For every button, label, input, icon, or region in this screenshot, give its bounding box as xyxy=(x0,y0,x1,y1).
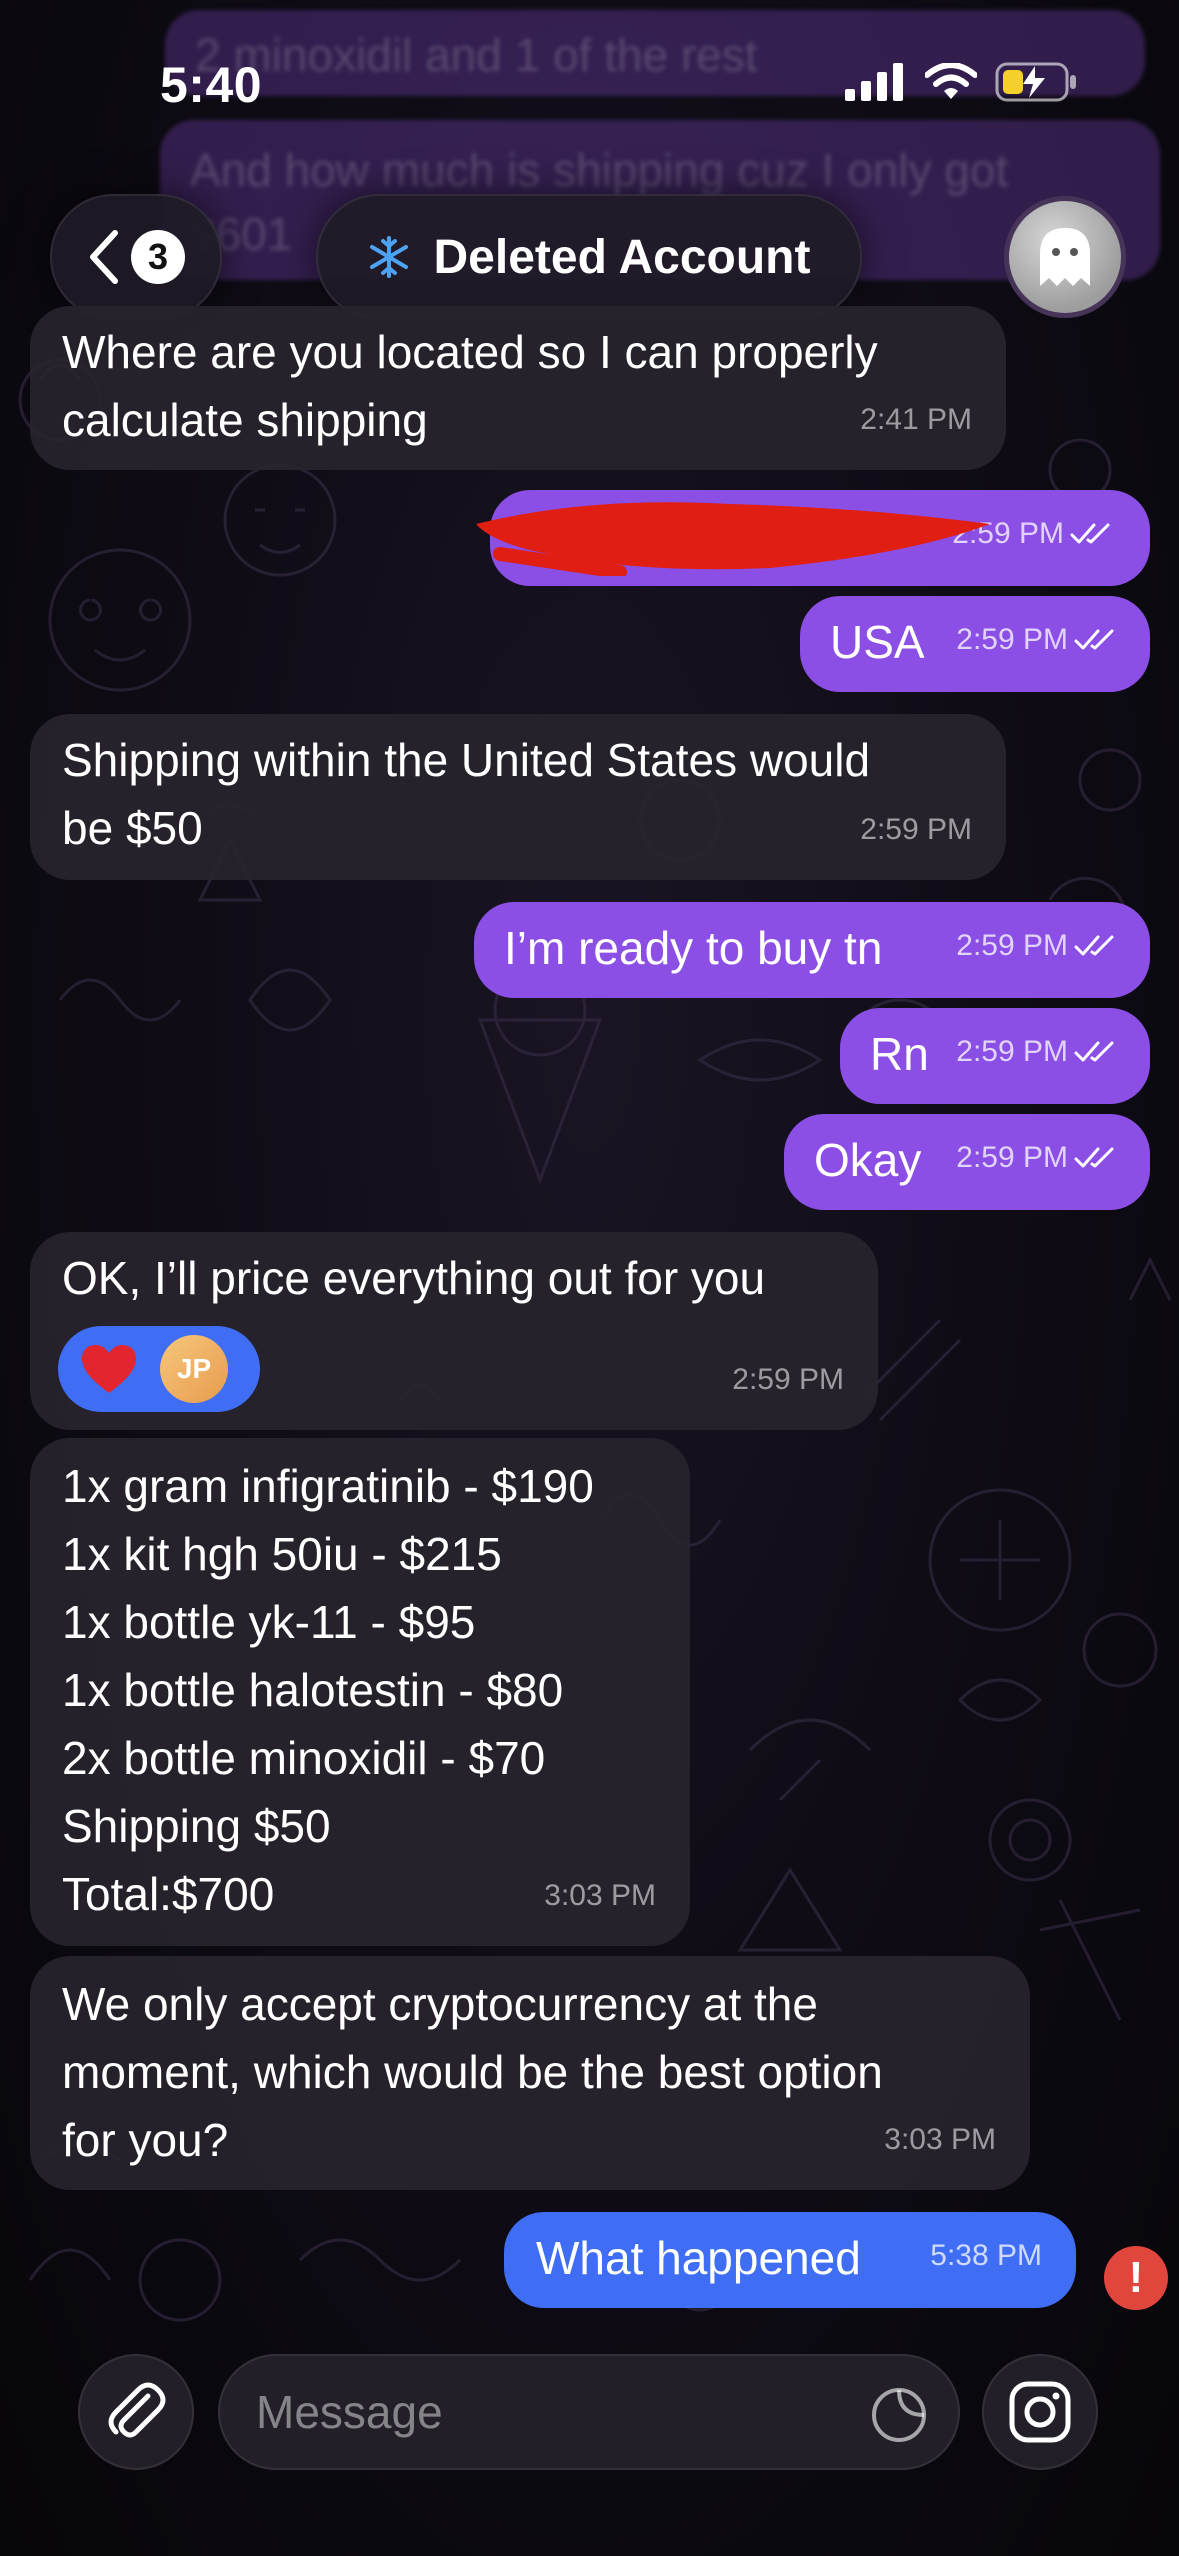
message-text: calculate shipping xyxy=(62,394,428,446)
double-check-icon xyxy=(1074,935,1114,956)
message-time: 3:03 PM xyxy=(544,1879,656,1912)
faded-message-text: 2 minoxidil and 1 of the rest xyxy=(195,29,758,81)
message-text: 2x bottle minoxidil - $70 xyxy=(62,1732,546,1784)
incoming-message[interactable]: Where are you located so I can properly … xyxy=(30,306,1006,470)
message-reaction[interactable]: JP xyxy=(58,1326,260,1412)
message-text: for you? xyxy=(62,2114,229,2166)
chat-title: Deleted Account xyxy=(433,230,811,284)
message-time: 2:59 PM xyxy=(956,1018,1120,1086)
message-text: be $50 xyxy=(62,802,203,854)
ghost-icon xyxy=(1040,228,1090,286)
message-text: 1x gram infigratinib - $190 xyxy=(62,1460,594,1512)
message-text: We only accept cryptocurrency at the xyxy=(62,1978,818,2030)
paperclip-icon xyxy=(108,2382,166,2438)
attach-button[interactable] xyxy=(78,2354,194,2470)
incoming-message[interactable]: 1x gram infigratinib - $190 1x kit hgh 5… xyxy=(30,1438,690,1946)
reaction-user-avatar: JP xyxy=(160,1335,228,1403)
battery-charging-icon xyxy=(995,62,1076,102)
snowflake-icon xyxy=(369,236,408,278)
outgoing-message[interactable]: I’m ready to buy tn 2:59 PM xyxy=(474,902,1150,998)
message-text: OK, I’ll price everything out for you xyxy=(62,1252,766,1304)
message-time-text: 2:59 PM xyxy=(956,1141,1068,1174)
status-time: 5:40 xyxy=(160,57,263,113)
contact-avatar[interactable] xyxy=(1004,196,1126,318)
double-check-icon xyxy=(1074,629,1114,650)
double-check-icon xyxy=(1074,1041,1114,1062)
message-input[interactable] xyxy=(256,2385,856,2439)
camera-button[interactable] xyxy=(982,2354,1098,2470)
message-time: 2:59 PM xyxy=(860,813,972,846)
message-time-text: 2:59 PM xyxy=(956,929,1068,962)
message-text: Shipping $50 xyxy=(62,1800,331,1852)
message-time: 3:03 PM xyxy=(884,2123,996,2156)
message-time: 5:38 PM xyxy=(930,2239,1042,2272)
outgoing-message[interactable]: USA 2:59 PM xyxy=(800,596,1150,692)
message-text: 1x bottle yk-11 - $95 xyxy=(62,1596,476,1648)
message-input-field[interactable] xyxy=(218,2354,960,2470)
send-failed-icon[interactable]: ! xyxy=(1104,2246,1168,2310)
message-time-text: 2:59 PM xyxy=(956,623,1068,656)
message-time: 2:41 PM xyxy=(860,403,972,436)
message-text: Shipping within the United States would xyxy=(62,734,871,786)
message-text: Where are you located so I can properly xyxy=(62,326,878,378)
outgoing-message[interactable]: Okay 2:59 PM xyxy=(784,1114,1150,1210)
message-time-text: 2:59 PM xyxy=(956,1035,1068,1068)
outgoing-message-failed[interactable]: What happened 5:38 PM xyxy=(504,2212,1076,2308)
status-icons xyxy=(845,62,1079,102)
unread-count-badge: 3 xyxy=(131,230,185,284)
heart-icon xyxy=(82,1345,136,1393)
cellular-signal-icon xyxy=(845,63,903,101)
message-time: 2:59 PM xyxy=(956,1124,1120,1192)
instagram-camera-icon xyxy=(1009,2381,1071,2443)
message-time: 2:59 PM xyxy=(956,912,1120,980)
sticker-icon[interactable] xyxy=(870,2386,928,2444)
outgoing-message[interactable]: Rn 2:59 PM xyxy=(840,1008,1150,1104)
back-button[interactable]: 3 xyxy=(50,194,222,320)
redaction-scribble xyxy=(476,502,990,576)
incoming-message[interactable]: We only accept cryptocurrency at the mom… xyxy=(30,1956,1030,2190)
faded-message-text: And how much is shipping cuz I only got xyxy=(190,144,1009,196)
double-check-icon xyxy=(1074,1147,1114,1168)
chevron-left-icon xyxy=(90,230,118,284)
message-text: moment, which would be the best option xyxy=(62,2046,883,2098)
incoming-message[interactable]: Shipping within the United States would … xyxy=(30,714,1006,880)
chat-screen: 2 minoxidil and 1 of the rest And how mu… xyxy=(0,0,1179,2556)
message-text: 1x bottle halotestin - $80 xyxy=(62,1664,564,1716)
message-time: 2:59 PM xyxy=(732,1363,844,1396)
wifi-icon xyxy=(925,63,977,99)
chat-title-button[interactable]: Deleted Account xyxy=(316,194,862,320)
message-text: 1x kit hgh 50iu - $215 xyxy=(62,1528,502,1580)
double-check-icon xyxy=(1070,523,1110,544)
message-time: 2:59 PM xyxy=(956,606,1120,674)
